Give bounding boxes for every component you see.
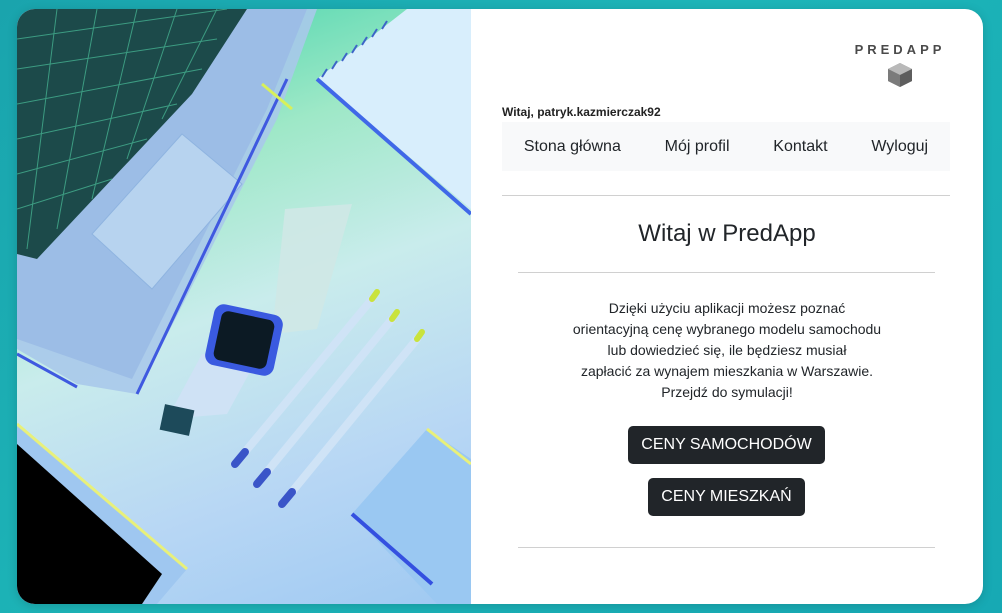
content-panel: PREDAPP Witaj, patryk.kazmierczak92 Ston… <box>471 9 983 604</box>
main-card: PREDAPP Witaj, patryk.kazmierczak92 Ston… <box>17 9 983 604</box>
nav-home-link[interactable]: Stona główna <box>524 138 621 156</box>
description: Dzięki użyciu aplikacji możesz poznać or… <box>527 298 927 403</box>
page-title: Witaj w PredApp <box>638 220 816 247</box>
description-line: zapłacić za wynajem mieszkania w Warszaw… <box>580 363 874 379</box>
flat-prices-button[interactable]: CENY MIESZKAŃ <box>648 478 805 516</box>
car-prices-button[interactable]: CENY SAMOCHODÓW <box>628 426 825 464</box>
nav-contact-link[interactable]: Kontakt <box>773 138 827 156</box>
nav-profile-link[interactable]: Mój profil <box>665 138 730 156</box>
description-line: Dzięki użyciu aplikacji możesz poznać <box>608 300 846 316</box>
user-greeting: Witaj, patryk.kazmierczak92 <box>502 105 661 119</box>
divider <box>518 272 935 273</box>
cube-icon <box>888 63 912 87</box>
divider <box>518 547 935 548</box>
nav-logout-link[interactable]: Wyloguj <box>871 138 928 156</box>
predapp-logo: PREDAPP <box>854 42 946 89</box>
description-line: orientacyjną cenę wybranego modelu samoc… <box>572 321 882 337</box>
main-nav: Stona główna Mój profil Kontakt Wyloguj <box>502 122 950 171</box>
hero-image <box>17 9 471 604</box>
divider <box>502 195 950 196</box>
description-line: lub dowiedzieć się, ile będziesz musiał <box>607 342 847 358</box>
logo-text: PREDAPP <box>854 42 946 57</box>
description-line: Przejdź do symulacji! <box>661 384 793 400</box>
desk-illustration <box>17 9 471 604</box>
